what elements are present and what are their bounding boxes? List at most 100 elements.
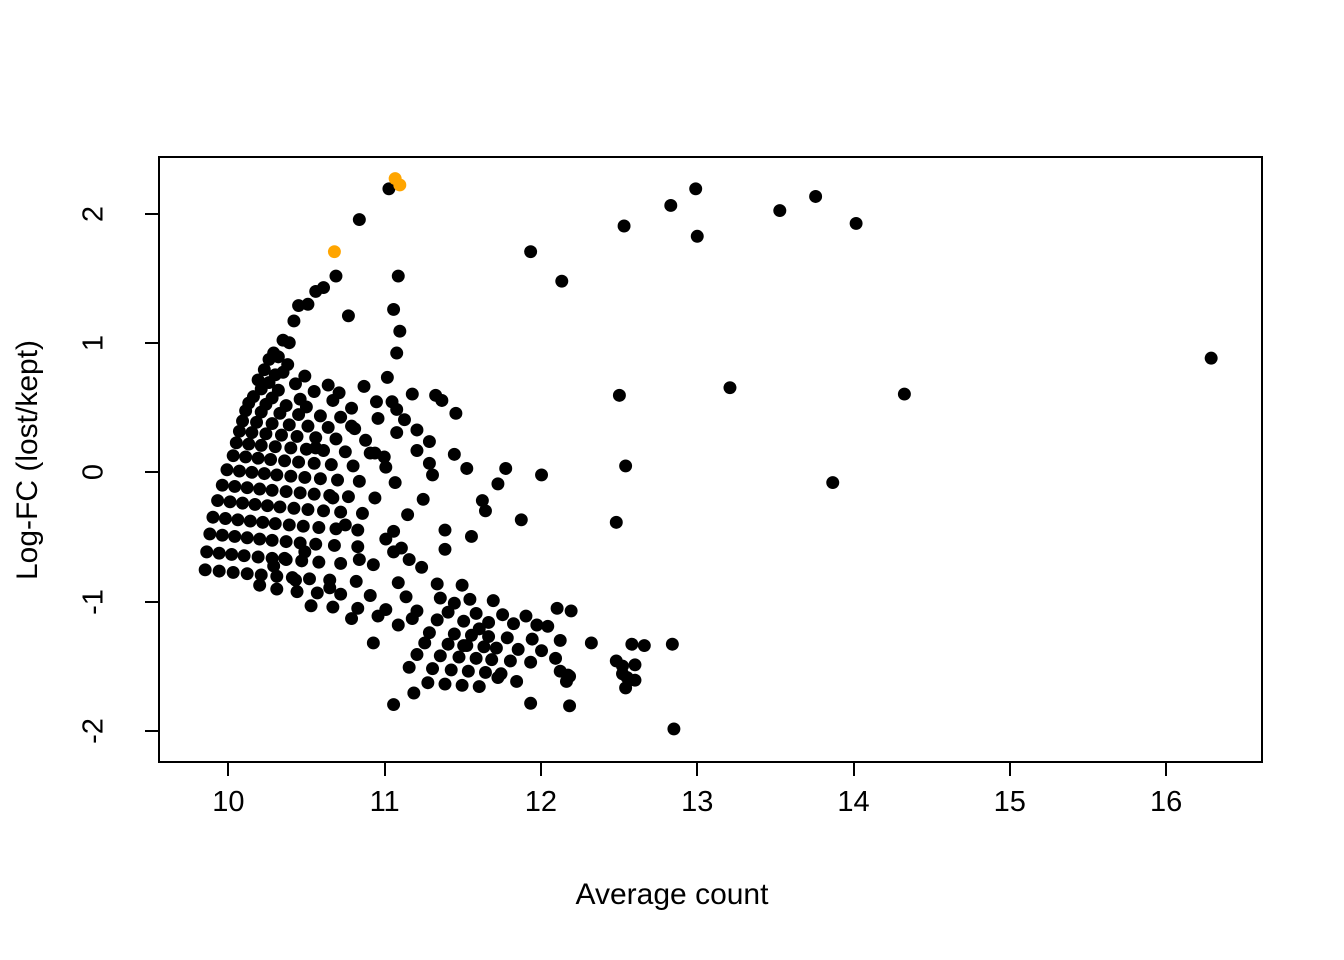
data-point bbox=[264, 453, 278, 466]
y-tick-label: -1 bbox=[77, 588, 110, 615]
data-point bbox=[313, 409, 327, 423]
data-point bbox=[507, 617, 520, 631]
data-point bbox=[270, 582, 284, 596]
data-point bbox=[667, 722, 681, 736]
x-tick-mark bbox=[383, 763, 386, 776]
data-point bbox=[407, 686, 421, 700]
series-highlighted bbox=[327, 172, 407, 259]
data-point bbox=[619, 459, 633, 473]
data-point bbox=[321, 378, 335, 392]
data-point bbox=[665, 637, 679, 651]
y-tick-label: 1 bbox=[77, 335, 110, 352]
data-point bbox=[388, 476, 402, 490]
data-point bbox=[237, 549, 251, 563]
data-point bbox=[390, 403, 404, 416]
data-point bbox=[849, 216, 863, 230]
data-point bbox=[215, 478, 229, 492]
data-point bbox=[426, 468, 439, 482]
data-point bbox=[223, 495, 237, 509]
data-point bbox=[410, 444, 424, 457]
data-point bbox=[826, 476, 840, 490]
data-point bbox=[242, 437, 256, 451]
data-point bbox=[323, 581, 337, 595]
data-point bbox=[457, 639, 471, 652]
data-point bbox=[377, 450, 391, 464]
data-point bbox=[231, 513, 245, 527]
ma-plot-figure: 10 11 12 13 14 15 16 2 1 0 -1 -2 Average count Log… bbox=[0, 0, 1344, 960]
data-point bbox=[289, 573, 302, 587]
data-point bbox=[240, 481, 254, 495]
data-point bbox=[549, 651, 563, 665]
data-point bbox=[345, 401, 359, 415]
data-point bbox=[401, 508, 415, 522]
data-point bbox=[387, 545, 401, 559]
data-point bbox=[393, 178, 407, 192]
data-point bbox=[267, 559, 281, 573]
data-point bbox=[301, 503, 315, 516]
data-point bbox=[391, 269, 405, 283]
data-point bbox=[236, 496, 250, 510]
data-point bbox=[457, 614, 471, 628]
data-point bbox=[371, 609, 385, 623]
data-point bbox=[664, 199, 678, 212]
data-point bbox=[689, 182, 703, 196]
data-point bbox=[485, 653, 499, 667]
data-point bbox=[298, 471, 312, 484]
data-point bbox=[541, 619, 555, 633]
x-tick-label: 11 bbox=[369, 786, 400, 818]
data-point bbox=[352, 553, 366, 567]
data-point bbox=[338, 445, 352, 459]
data-point bbox=[628, 658, 642, 672]
data-point bbox=[313, 472, 327, 486]
data-point bbox=[809, 190, 823, 203]
data-point bbox=[524, 655, 538, 669]
data-point bbox=[351, 523, 365, 537]
y-axis-title-container: Log-FC (lost/kept) bbox=[0, 0, 56, 960]
data-point bbox=[426, 662, 439, 676]
data-point bbox=[415, 560, 429, 574]
data-point bbox=[535, 468, 549, 482]
data-point bbox=[292, 455, 306, 469]
data-point bbox=[355, 506, 369, 520]
data-point bbox=[307, 385, 321, 398]
data-point bbox=[398, 413, 411, 427]
data-point bbox=[265, 533, 279, 547]
data-point bbox=[298, 545, 312, 559]
data-point bbox=[282, 518, 296, 532]
data-point bbox=[690, 229, 704, 243]
data-point bbox=[287, 314, 301, 328]
data-point bbox=[524, 245, 538, 259]
x-tick-mark bbox=[852, 763, 855, 776]
x-tick-mark bbox=[696, 763, 699, 776]
data-point bbox=[441, 637, 455, 651]
data-point bbox=[352, 474, 366, 488]
data-point bbox=[278, 551, 292, 565]
data-point bbox=[327, 539, 341, 552]
data-point bbox=[212, 546, 226, 560]
data-point bbox=[218, 512, 232, 525]
data-point bbox=[338, 518, 352, 532]
data-point bbox=[225, 547, 239, 561]
data-point bbox=[514, 513, 528, 527]
data-point bbox=[324, 458, 338, 472]
data-point bbox=[625, 637, 639, 651]
data-point bbox=[232, 464, 246, 478]
data-point bbox=[253, 532, 267, 546]
data-point bbox=[469, 651, 483, 665]
data-point bbox=[292, 408, 306, 422]
data-point bbox=[312, 521, 326, 534]
data-point bbox=[287, 501, 301, 515]
data-point bbox=[379, 532, 393, 546]
data-point bbox=[307, 456, 321, 470]
data-point bbox=[284, 469, 298, 483]
data-point bbox=[530, 618, 544, 632]
data-point bbox=[329, 269, 343, 283]
data-point bbox=[265, 483, 279, 497]
data-point bbox=[270, 468, 284, 482]
data-point bbox=[268, 440, 282, 454]
data-point bbox=[334, 410, 348, 424]
data-point bbox=[555, 274, 569, 288]
data-point bbox=[239, 450, 253, 464]
x-tick-label: 12 bbox=[524, 786, 558, 818]
data-point bbox=[317, 504, 330, 518]
